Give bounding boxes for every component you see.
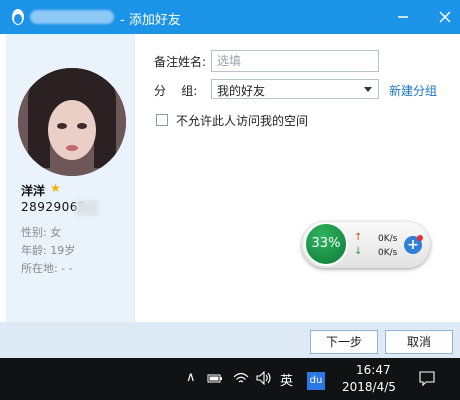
star-icon: ★ bbox=[50, 181, 61, 195]
group-label: 分 组: bbox=[154, 84, 198, 98]
cancel-button[interactable]: 取消 bbox=[385, 330, 453, 354]
ime-indicator[interactable]: 英 bbox=[280, 370, 293, 389]
gender-info: 性别: 女 bbox=[21, 226, 62, 239]
nickname: 洋洋 bbox=[21, 184, 46, 198]
memory-ball[interactable]: 33% bbox=[304, 222, 348, 266]
group-select-value: 我的好友 bbox=[217, 84, 266, 98]
clock-time[interactable]: 16:47 bbox=[356, 363, 391, 377]
battery-icon[interactable] bbox=[207, 372, 223, 384]
baidu-app-icon[interactable]: du bbox=[307, 372, 325, 390]
qq-number-blur bbox=[76, 200, 98, 216]
download-speed: 0K/s bbox=[378, 248, 398, 258]
dialog-footer: 下一步 取消 bbox=[0, 322, 460, 358]
title-bar: - 添加好友 bbox=[0, 0, 460, 34]
notification-dot bbox=[417, 235, 423, 241]
group-select[interactable]: 我的好友 bbox=[211, 79, 379, 99]
next-button[interactable]: 下一步 bbox=[310, 330, 378, 354]
upload-speed: 0K/s bbox=[378, 234, 398, 244]
location-info: 所在地: - - bbox=[21, 262, 73, 275]
age-info: 年龄: 19岁 bbox=[21, 244, 76, 257]
taskbar: ∧ 英 16:47 2018/4/5 bbox=[0, 358, 460, 400]
wifi-icon[interactable] bbox=[233, 371, 249, 385]
add-friend-dialog: - 添加好友 洋洋 ★ 28929065 性别: 女 年龄: 19岁 所在地: … bbox=[0, 0, 460, 358]
clock-date[interactable]: 2018/4/5 bbox=[342, 380, 396, 394]
privacy-checkbox-label: 不允许此人访问我的空间 bbox=[176, 114, 309, 128]
avatar[interactable] bbox=[18, 68, 126, 176]
window-title: - 添加好友 bbox=[120, 13, 181, 28]
download-arrow-icon: ↓ bbox=[354, 246, 363, 257]
notification-center-icon[interactable] bbox=[419, 371, 435, 387]
volume-icon[interactable] bbox=[256, 371, 272, 385]
chevron-up-icon[interactable]: ∧ bbox=[186, 370, 196, 385]
dropdown-arrow-icon bbox=[364, 87, 372, 92]
new-group-link[interactable]: 新建分组 bbox=[389, 82, 437, 99]
close-icon[interactable] bbox=[434, 6, 456, 28]
blurred-name bbox=[30, 10, 114, 24]
upload-arrow-icon: ↑ bbox=[354, 232, 363, 243]
privacy-checkbox[interactable] bbox=[156, 114, 168, 126]
remark-input[interactable] bbox=[211, 50, 379, 72]
minimize-icon[interactable] bbox=[392, 6, 414, 28]
profile-panel: 洋洋 ★ 28929065 性别: 女 年龄: 19岁 所在地: - - bbox=[6, 34, 134, 322]
qq-penguin-icon bbox=[12, 9, 24, 25]
divider bbox=[134, 34, 135, 322]
remark-label: 备注姓名: bbox=[154, 55, 207, 69]
